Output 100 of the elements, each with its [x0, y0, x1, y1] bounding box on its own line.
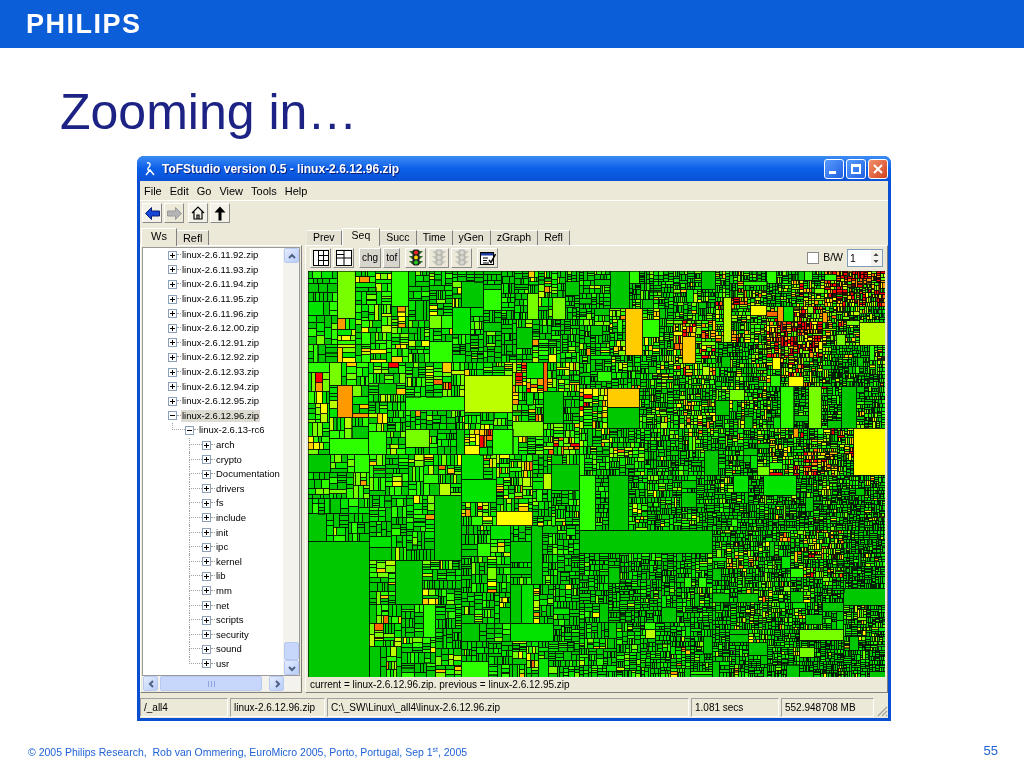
- bw-checkbox[interactable]: [807, 251, 820, 264]
- scroll-left-button[interactable]: [143, 676, 158, 691]
- horizontal-scrollbar[interactable]: [142, 676, 300, 691]
- expand-icon[interactable]: [202, 571, 211, 581]
- close-button[interactable]: [868, 158, 888, 179]
- expand-icon[interactable]: [202, 498, 211, 508]
- tree-item[interactable]: security: [215, 628, 250, 641]
- tree-item[interactable]: sound: [215, 643, 243, 656]
- tree-item[interactable]: linux-2.6.11.96.zip: [181, 307, 260, 320]
- tab[interactable]: Succ: [380, 230, 417, 245]
- expand-icon[interactable]: [202, 455, 211, 465]
- tree-item[interactable]: net: [215, 599, 231, 612]
- tree-item[interactable]: fs: [215, 497, 225, 510]
- tree-item[interactable]: linux-2.6.11.93.zip: [181, 263, 260, 276]
- expand-icon[interactable]: [168, 367, 177, 377]
- tree-item[interactable]: linux-2.6.11.94.zip: [181, 278, 260, 291]
- text-toggle-button[interactable]: tof: [383, 247, 401, 268]
- tree-item[interactable]: lib: [215, 570, 227, 583]
- scroll-up-button[interactable]: [284, 248, 299, 263]
- tree-item[interactable]: linux-2.6.11.92.zip: [181, 249, 260, 262]
- traffic-light-button[interactable]: [405, 247, 427, 268]
- expand-icon[interactable]: [202, 440, 211, 450]
- tree-item[interactable]: linux-2.6.12.96.zip: [181, 409, 261, 422]
- collapse-icon[interactable]: [185, 425, 194, 435]
- menu-item[interactable]: View: [215, 183, 248, 198]
- expand-icon[interactable]: [168, 265, 177, 275]
- expand-icon[interactable]: [168, 396, 177, 406]
- tree-item[interactable]: linux-2.6.12.93.zip: [181, 366, 261, 379]
- properties-button[interactable]: [477, 247, 499, 268]
- scroll-down-button[interactable]: [284, 660, 299, 675]
- tree-item[interactable]: include: [215, 512, 248, 524]
- menu-item[interactable]: Help: [280, 183, 312, 198]
- text-toggle-button[interactable]: chg: [359, 247, 382, 268]
- scrollbar-thumb[interactable]: [284, 642, 299, 660]
- expand-icon[interactable]: [202, 513, 211, 523]
- expand-icon[interactable]: [168, 294, 177, 304]
- home-button[interactable]: [188, 203, 208, 223]
- scroll-right-button[interactable]: [269, 676, 284, 691]
- expand-icon[interactable]: [168, 250, 177, 260]
- expand-icon[interactable]: [202, 630, 211, 640]
- tree-item[interactable]: drivers: [215, 482, 246, 495]
- expand-icon[interactable]: [168, 309, 177, 319]
- expand-icon[interactable]: [202, 586, 211, 596]
- close-icon: [873, 163, 883, 174]
- tree-item[interactable]: linux-2.6.12.92.zip: [181, 351, 261, 364]
- back-button[interactable]: [142, 203, 162, 223]
- tree-item[interactable]: linux-2.6.12.94.zip: [181, 380, 261, 393]
- expand-icon[interactable]: [168, 323, 177, 333]
- expand-icon[interactable]: [202, 644, 211, 654]
- expand-icon[interactable]: [202, 557, 211, 567]
- menu-item[interactable]: Edit: [165, 183, 193, 198]
- tree-item[interactable]: linux-2.6.11.95.zip: [181, 293, 260, 306]
- tree-item[interactable]: scripts: [215, 614, 245, 627]
- up-button[interactable]: [210, 203, 230, 223]
- tab[interactable]: yGen: [452, 230, 491, 245]
- expand-icon[interactable]: [202, 469, 211, 479]
- tree-item[interactable]: kernel: [215, 555, 243, 568]
- tab[interactable]: Ws: [141, 228, 177, 246]
- menu-item[interactable]: Go: [192, 183, 216, 198]
- tree-item[interactable]: arch: [215, 439, 236, 451]
- tab[interactable]: zGraph: [490, 230, 539, 245]
- expand-icon[interactable]: [202, 542, 211, 552]
- tree-item[interactable]: usr: [215, 657, 231, 670]
- expand-icon[interactable]: [202, 484, 211, 494]
- tab[interactable]: Prev: [307, 230, 342, 245]
- expand-icon[interactable]: [202, 601, 211, 611]
- tree-item[interactable]: crypto: [215, 453, 243, 466]
- tree-item[interactable]: mm: [215, 584, 233, 597]
- tab[interactable]: Seq: [341, 228, 381, 246]
- expand-icon[interactable]: [202, 659, 211, 669]
- collapse-icon[interactable]: [168, 411, 177, 421]
- tree-item[interactable]: init: [215, 526, 230, 539]
- tab[interactable]: Time: [416, 230, 453, 245]
- tab[interactable]: Refl: [176, 230, 210, 245]
- tree-item[interactable]: linux-2.6.12.00.zip: [181, 322, 261, 335]
- expand-icon[interactable]: [168, 352, 177, 362]
- minimize-button[interactable]: [824, 158, 844, 179]
- back-arrow-icon: [144, 206, 160, 220]
- expand-icon[interactable]: [168, 280, 177, 289]
- resize-grip-icon[interactable]: [876, 705, 888, 717]
- expand-icon[interactable]: [168, 382, 177, 392]
- traffic-light-icon: [407, 249, 424, 266]
- scrollbar-thumb[interactable]: [160, 676, 262, 691]
- tree-item[interactable]: Documentation: [215, 468, 281, 481]
- tree-item[interactable]: linux-2.6.13-rc6: [198, 424, 266, 437]
- menu-item[interactable]: Tools: [247, 183, 281, 198]
- grid-button[interactable]: [333, 247, 354, 268]
- expand-icon[interactable]: [202, 615, 211, 625]
- expand-icon[interactable]: [168, 338, 177, 348]
- tree-item[interactable]: ipc: [215, 541, 230, 554]
- menu-item[interactable]: File: [140, 183, 166, 198]
- columns-button[interactable]: [310, 247, 331, 268]
- columns-layout-icon: [312, 249, 329, 266]
- status-line: current = linux-2.6.12.96.zip. previous = linux-2.6.12.95.zip: [309, 678, 571, 692]
- expand-icon[interactable]: [202, 528, 211, 538]
- vertical-scrollbar[interactable]: [283, 248, 299, 675]
- tree-item[interactable]: linux-2.6.12.91.zip: [181, 336, 261, 349]
- tab[interactable]: Refl: [538, 230, 570, 245]
- maximize-button[interactable]: [846, 158, 866, 179]
- tree-item[interactable]: linux-2.6.12.95.zip: [181, 395, 261, 408]
